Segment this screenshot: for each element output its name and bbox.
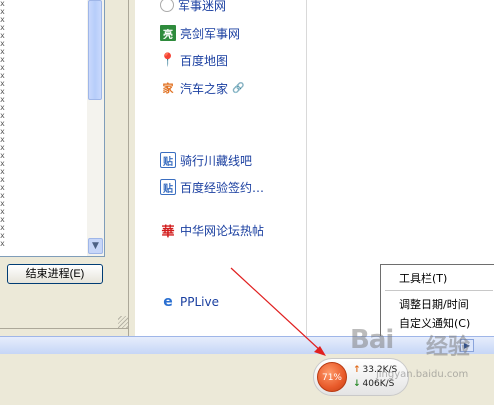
map-pin-icon: 📍 — [159, 52, 177, 68]
taskbar — [0, 336, 494, 354]
link-autohome[interactable]: 家 汽车之家 🔗 — [160, 79, 245, 97]
circle-icon — [160, 0, 174, 12]
link-china-forum[interactable]: 華 中华网论坛热帖 — [160, 221, 265, 240]
panel-divider — [306, 0, 307, 336]
link-military[interactable]: 军事迷网 — [160, 0, 226, 14]
download-speed: ↓ 406K/S — [353, 379, 394, 389]
task-manager-window: x x x x x x x x x x x x x x x x x x x x … — [0, 0, 135, 336]
upload-speed: ↑ 33.2K/S — [353, 365, 397, 375]
network-speed-widget[interactable]: 71% ↑ 33.2K/S ↓ 406K/S — [313, 358, 409, 396]
link-label: PPLive — [180, 295, 219, 309]
menu-item-customize-notifications[interactable]: 自定义通知(C) — [399, 315, 470, 331]
tieba-icon: 贴 — [160, 152, 176, 168]
upload-arrow-icon: ↑ — [353, 365, 361, 375]
download-arrow-icon: ↓ — [353, 379, 361, 389]
link-label: 百度经验签约… — [180, 180, 265, 195]
scroll-down-icon[interactable]: ▼ — [88, 238, 103, 254]
end-process-button[interactable]: 结束进程(E) — [7, 264, 103, 284]
menu-separator — [385, 290, 493, 291]
liang-icon: 亮 — [160, 25, 176, 41]
link-chain-icon: 🔗 — [232, 82, 245, 94]
process-list[interactable]: x x x x x x x x x x x x x x x x x x x x … — [0, 0, 105, 257]
link-tieba-jingyan[interactable]: 贴 百度经验签约… — [160, 178, 264, 196]
link-label: 中华网论坛热帖 — [180, 223, 265, 238]
pplive-icon: e — [163, 294, 173, 310]
link-pplive[interactable]: e PPLive — [160, 293, 219, 311]
link-label: 百度地图 — [180, 53, 229, 68]
taskbar-context-menu: 工具栏(T) 调整日期/时间 自定义通知(C) — [380, 264, 494, 342]
cpu-usage-badge: 71% — [317, 362, 347, 392]
scroll-thumb[interactable] — [88, 0, 102, 100]
menu-item-toolbar[interactable]: 工具栏(T) — [399, 270, 447, 286]
link-liangjian[interactable]: 亮 亮剑军事网 — [160, 24, 240, 42]
link-tieba-cycling[interactable]: 贴 骑行川藏线吧 — [160, 151, 252, 169]
menu-item-adjust-datetime[interactable]: 调整日期/时间 — [399, 296, 469, 312]
tieba-icon: 贴 — [160, 179, 176, 195]
list-scrollbar[interactable]: ▼ — [87, 0, 104, 256]
chevron-right-icon[interactable]: ▶ — [460, 339, 474, 352]
link-label: 军事迷网 — [178, 0, 227, 13]
link-baidu-map[interactable]: 📍 百度地图 — [160, 51, 228, 69]
link-label: 汽车之家 — [180, 81, 229, 96]
hua-icon: 華 — [161, 224, 175, 240]
link-label: 亮剑军事网 — [180, 26, 241, 41]
download-speed-value: 406K/S — [362, 379, 395, 389]
home-icon: 家 — [162, 82, 174, 95]
upload-speed-value: 33.2K/S — [362, 365, 398, 375]
list-glyph: x — [0, 239, 5, 248]
process-list-column: x x x x x x x x x x x x x x x x x x x x … — [0, 0, 10, 248]
taskbar-lower — [0, 354, 494, 405]
link-label: 骑行川藏线吧 — [180, 153, 253, 168]
window-divider — [0, 328, 132, 329]
window-frame-edge — [128, 0, 135, 336]
